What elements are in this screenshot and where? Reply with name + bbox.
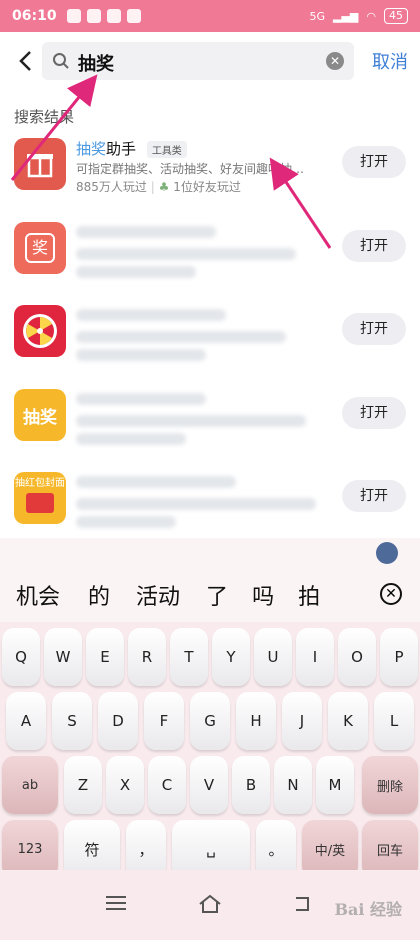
friend-count: 1位好友玩过 [173,180,241,194]
result-description: 可指定群抽奖、活动抽奖、好友间趣味抽… [76,162,305,176]
open-button[interactable]: 打开 [342,146,406,178]
app-notification-icon [86,9,101,23]
candidate-bar: 机会 的 活动 了 吗 拍 ✕ [0,568,420,622]
app-icon-label: 奖 [25,233,55,263]
list-item[interactable]: 打开 [0,305,420,385]
keyboard-toolbar [0,538,420,568]
candidate-word[interactable]: 机会 [16,579,60,611]
key-b[interactable]: B [232,756,270,814]
candidate-word[interactable]: 的 [88,579,110,611]
red-envelope-app-icon: 抽红包封面 [14,472,66,524]
home-icon[interactable] [198,894,222,914]
keyboard-logo-icon[interactable] [376,542,398,564]
space-icon: ␣ [206,840,216,858]
open-button[interactable]: 打开 [342,397,406,429]
app-icon-label: 抽红包封面 [15,478,65,489]
search-header: 抽奖 ✕ 取消 [0,40,420,82]
candidate-word[interactable]: 了 [206,579,228,611]
key-m[interactable]: M [316,756,354,814]
key-d[interactable]: D [98,692,138,750]
key-j[interactable]: J [282,692,322,750]
home-icon [66,9,81,23]
key-c[interactable]: C [148,756,186,814]
photo-icon [106,9,121,23]
lottery-app-icon: 抽奖 [14,389,66,441]
search-query: 抽奖 [78,54,114,75]
wheel-app-icon [14,305,66,357]
cancel-button[interactable]: 取消 [372,48,408,74]
category-tag: 工具类 [146,141,187,158]
key-o[interactable]: O [338,628,376,686]
system-nav-bar: Bai 经验 [0,870,420,940]
friends-icon: ♣ [158,180,170,194]
watermark: Bai 经验 [334,900,402,919]
key-n[interactable]: N [274,756,312,814]
open-button[interactable]: 打开 [342,230,406,262]
title-rest: 助手 [106,140,137,158]
key-l[interactable]: L [374,692,414,750]
key-a[interactable]: A [6,692,46,750]
key-i[interactable]: I [296,628,334,686]
list-item[interactable]: 抽奖 打开 [0,389,420,469]
key-z[interactable]: Z [64,756,102,814]
candidate-word[interactable]: 拍 [298,579,320,611]
close-candidates-icon[interactable]: ✕ [380,583,402,605]
clear-icon[interactable]: ✕ [326,52,344,70]
key-r[interactable]: R [128,628,166,686]
keyboard: Q W E R T Y U I O P A S D F G H J K L ab… [0,622,420,878]
candidate-word[interactable]: 吗 [252,579,274,611]
notification-icons [66,9,141,23]
result-meta: 885万人玩过 | ♣ 1位好友玩过 [76,180,241,194]
network-label: 5G [309,9,325,23]
delete-key[interactable]: 删除 [362,756,418,814]
back-nav-icon[interactable] [292,894,312,914]
battery-level: 45 [384,8,408,24]
status-time: 06:10 [12,8,57,24]
back-button[interactable] [12,46,38,76]
key-u[interactable]: U [254,628,292,686]
key-p[interactable]: P [380,628,418,686]
status-bar: 06:10 5G ▂▄▆ ◠ 45 [0,0,420,32]
key-q[interactable]: Q [2,628,40,686]
key-v[interactable]: V [190,756,228,814]
shift-key[interactable]: ab [2,756,58,814]
app-icon-label: 抽奖 [23,407,57,428]
key-e[interactable]: E [86,628,124,686]
play-count: 885万人玩过 [76,180,147,194]
key-s[interactable]: S [52,692,92,750]
key-y[interactable]: Y [212,628,250,686]
section-title: 搜索结果 [14,108,75,126]
candidate-word[interactable]: 活动 [136,579,180,611]
title-highlight: 抽奖 [76,140,107,158]
signal-icon: ▂▄▆ [333,9,359,23]
prize-app-icon: 奖 [14,222,66,274]
search-input[interactable]: 抽奖 ✕ [42,42,354,80]
chevron-left-icon [19,51,31,71]
wifi-icon: ◠ [366,9,376,23]
open-button[interactable]: 打开 [342,313,406,345]
gift-app-icon [14,138,66,190]
key-t[interactable]: T [170,628,208,686]
search-icon [53,53,69,69]
key-g[interactable]: G [190,692,230,750]
key-x[interactable]: X [106,756,144,814]
send-icon [126,9,141,23]
result-title: 抽奖助手 工具类 [76,138,187,159]
key-k[interactable]: K [328,692,368,750]
list-item[interactable]: 奖 打开 [0,222,420,302]
menu-icon[interactable] [106,894,126,912]
open-button[interactable]: 打开 [342,480,406,512]
list-item[interactable]: 抽奖助手 工具类 可指定群抽奖、活动抽奖、好友间趣味抽… 885万人玩过 | ♣… [0,138,420,218]
key-h[interactable]: H [236,692,276,750]
key-w[interactable]: W [44,628,82,686]
key-f[interactable]: F [144,692,184,750]
